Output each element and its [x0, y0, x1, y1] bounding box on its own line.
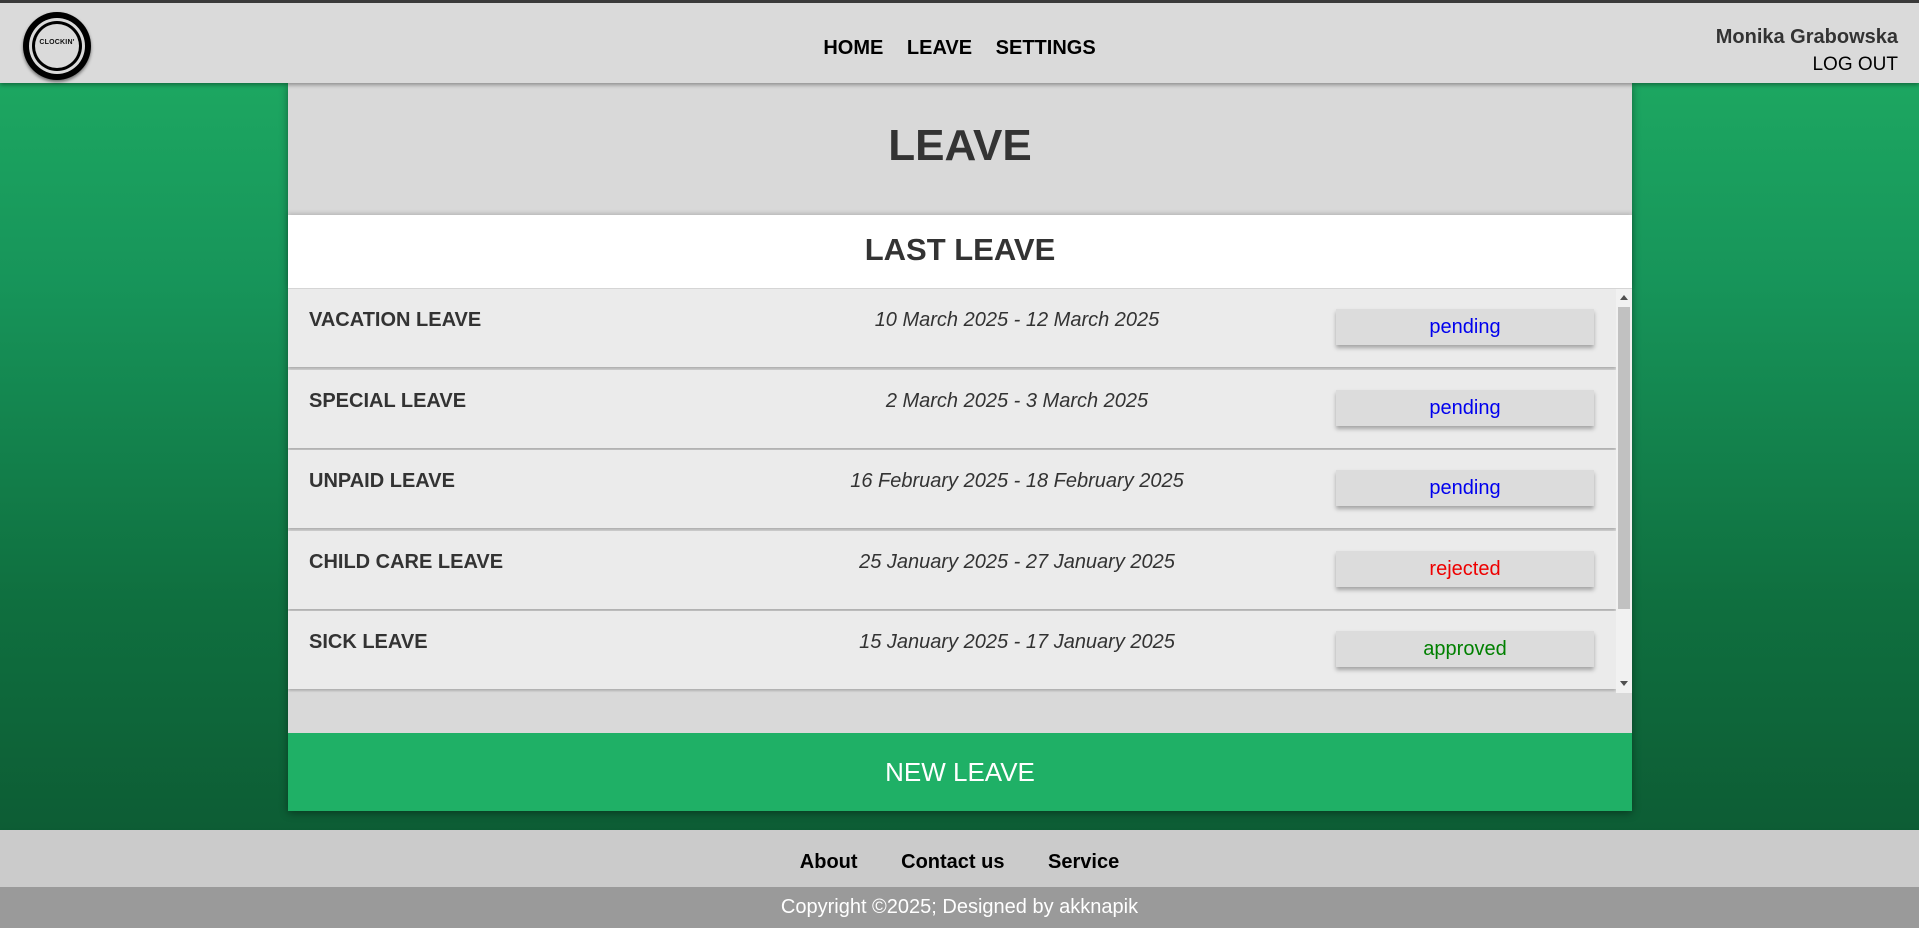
leave-dates: 25 January 2025 - 27 January 2025 [859, 551, 1175, 573]
top-bar: CLOCKIN' HOME LEAVE SETTINGS Monika Grab… [0, 0, 1919, 83]
leave-dates: 10 March 2025 - 12 March 2025 [874, 309, 1160, 331]
footer: About Contact us Service [0, 830, 1919, 887]
status-badge: pending [1336, 309, 1594, 345]
new-leave-button[interactable]: NEW LEAVE [288, 733, 1632, 811]
leave-type: VACATION LEAVE [309, 309, 482, 331]
leave-type: UNPAID LEAVE [309, 470, 455, 492]
leave-panel: LEAVE LAST LEAVE VACATION LEAVE 10 March… [288, 83, 1632, 811]
leave-row[interactable]: VACATION LEAVE 10 March 2025 - 12 March … [288, 289, 1616, 367]
leave-row[interactable]: SICK LEAVE 15 January 2025 - 17 January … [288, 611, 1616, 689]
leave-dates: 15 January 2025 - 17 January 2025 [859, 631, 1175, 653]
status-badge: approved [1336, 631, 1594, 667]
logout-link[interactable]: LOG OUT [1812, 54, 1898, 76]
leave-dates: 2 March 2025 - 3 March 2025 [885, 390, 1149, 412]
scroll-down-icon[interactable] [1620, 681, 1628, 686]
leave-type: CHILD CARE LEAVE [309, 551, 504, 573]
section-title: LAST LEAVE [864, 232, 1056, 267]
main-nav: HOME LEAVE SETTINGS [0, 37, 1919, 60]
footer-link-contact[interactable]: Contact us [901, 851, 1004, 873]
scroll-up-icon[interactable] [1620, 295, 1628, 300]
leave-type: SPECIAL LEAVE [309, 390, 467, 412]
scroll-thumb[interactable] [1618, 307, 1630, 609]
nav-leave[interactable]: LEAVE [907, 37, 972, 59]
leave-row[interactable]: SPECIAL LEAVE 2 March 2025 - 3 March 202… [288, 370, 1616, 448]
leave-row[interactable]: UNPAID LEAVE 16 February 2025 - 18 Febru… [288, 450, 1616, 528]
status-badge: pending [1336, 390, 1594, 426]
leave-row[interactable]: CHILD CARE LEAVE 25 January 2025 - 27 Ja… [288, 531, 1616, 609]
leave-list-scrollbar[interactable] [1616, 289, 1632, 693]
leave-type: SICK LEAVE [309, 631, 428, 653]
footer-link-about[interactable]: About [800, 851, 858, 873]
page-title: LEAVE [888, 121, 1032, 170]
copyright: Copyright ©2025; Designed by akknapik [0, 887, 1919, 928]
nav-settings[interactable]: SETTINGS [996, 37, 1096, 59]
status-badge: pending [1336, 470, 1594, 506]
leave-dates: 16 February 2025 - 18 February 2025 [850, 470, 1184, 492]
footer-links: About Contact us Service [0, 851, 1919, 874]
user-name: Monika Grabowska [1715, 26, 1898, 48]
last-leave-section: LAST LEAVE [288, 215, 1632, 288]
footer-link-service[interactable]: Service [1048, 851, 1119, 873]
nav-home[interactable]: HOME [823, 37, 883, 59]
status-badge: rejected [1336, 551, 1594, 587]
leave-list[interactable]: VACATION LEAVE 10 March 2025 - 12 March … [288, 289, 1616, 693]
